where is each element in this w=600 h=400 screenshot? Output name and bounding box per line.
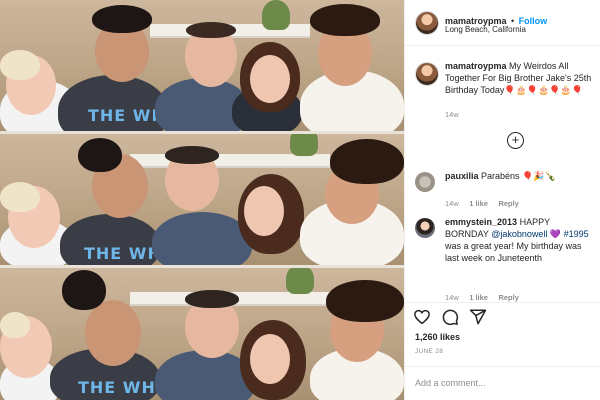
commenter-avatar[interactable] — [415, 172, 435, 192]
caption-username[interactable]: mamatroypma — [445, 61, 507, 71]
likes-count[interactable]: 1,260 likes — [415, 332, 460, 342]
post-date: JUNE 28 — [415, 348, 444, 355]
comment-text-rest: was a great year! My birthday was last w… — [445, 241, 582, 263]
comment-timestamp[interactable]: 14w — [445, 199, 459, 208]
caption-timestamp[interactable]: 14w — [445, 110, 459, 119]
plus-circle-icon[interactable]: + — [507, 132, 524, 149]
comment-timestamp[interactable]: 14w — [445, 293, 459, 302]
comment-divider — [405, 366, 600, 367]
photo-strip-1: THE WHO — [0, 0, 404, 131]
comment-text: Parabéns 🎈🎉🍾 — [481, 171, 556, 181]
share-icon[interactable] — [469, 308, 487, 326]
reply-button[interactable]: Reply — [498, 293, 518, 302]
comment-heart: 💜 — [547, 229, 562, 239]
add-comment-input[interactable]: Add a comment... — [415, 378, 486, 388]
comment-item: pauxilia Parabéns 🎈🎉🍾 — [445, 170, 595, 182]
post-photo[interactable]: THE WHO THE WHO THE WHO — [0, 0, 404, 400]
comment-likes[interactable]: 1 like — [469, 293, 488, 302]
post-header: mamatroypma • Follow Long Beach, Califor… — [405, 0, 600, 46]
post-caption: mamatroypma My Weirdos All Together For … — [445, 60, 595, 96]
comment-username[interactable]: pauxilia — [445, 171, 479, 181]
commenter-avatar[interactable] — [415, 218, 435, 238]
photo-strip-3: THE WHO — [0, 268, 404, 400]
photo-strip-2: THE WHO — [0, 134, 404, 265]
mention-link[interactable]: @jakobnowell — [491, 229, 547, 239]
comment-likes[interactable]: 1 like — [469, 199, 488, 208]
comment-item: emmystein_2013 HAPPY BORNDAY @jakobnowel… — [445, 216, 595, 264]
heart-icon[interactable] — [413, 308, 431, 326]
hashtag-link[interactable]: #1995 — [564, 229, 589, 239]
post-sidebar: mamatroypma • Follow Long Beach, Califor… — [404, 0, 600, 400]
caption-avatar[interactable] — [415, 62, 439, 86]
post-location[interactable]: Long Beach, California — [445, 25, 526, 34]
comment-icon[interactable] — [441, 308, 459, 326]
actions-divider — [405, 302, 600, 303]
author-avatar[interactable] — [415, 11, 439, 35]
reply-button[interactable]: Reply — [498, 199, 518, 208]
comment-username[interactable]: emmystein_2013 — [445, 217, 517, 227]
